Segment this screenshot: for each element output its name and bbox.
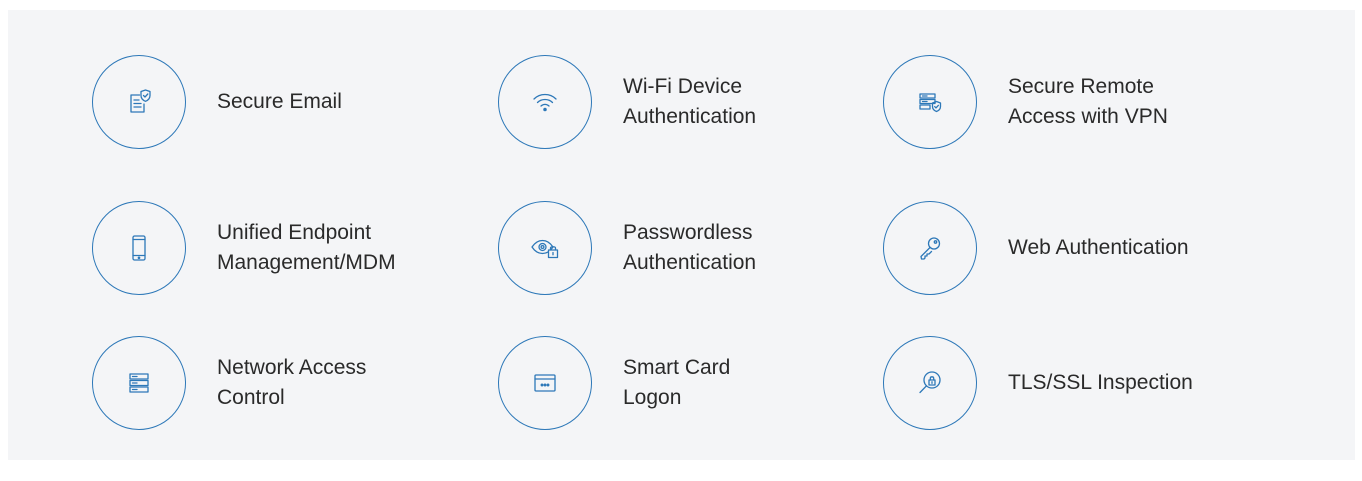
feature-label: Secure Email — [217, 90, 342, 113]
feature-icon-circle — [92, 55, 186, 149]
eye-lock-icon — [531, 239, 559, 259]
feature-passwordless-authentication: Passwordless Authentication — [498, 201, 756, 295]
feature-icon-circle — [883, 55, 977, 149]
feature-secure-email: Secure Email — [92, 55, 342, 149]
feature-icon-circle — [498, 55, 592, 149]
server-stack-icon — [129, 373, 149, 393]
feature-icon-circle — [883, 201, 977, 295]
feature-label: Passwordless Authentication — [623, 221, 757, 274]
feature-icon-circle — [92, 201, 186, 295]
feature-web-authentication: Web Authentication — [883, 201, 1189, 295]
wifi-icon — [533, 93, 557, 112]
feature-icon-circle — [92, 336, 186, 430]
feature-label: Secure Remote Access with VPN — [1008, 75, 1168, 128]
feature-icon-circle — [498, 336, 592, 430]
server-shield-icon — [919, 93, 942, 113]
feature-wifi-authentication: Wi-Fi Device Authentication — [498, 55, 756, 149]
feature-icon-circle — [498, 201, 592, 295]
feature-unified-endpoint-management: Unified Endpoint Management/MDM — [92, 201, 396, 295]
feature-label: Unified Endpoint Management/MDM — [217, 221, 396, 274]
feature-network-access-control: Network Access Control — [92, 336, 366, 430]
feature-smart-card-logon: Smart Card Logon — [498, 336, 730, 430]
smartphone-icon — [132, 235, 146, 261]
key-icon — [920, 237, 941, 260]
features-panel: Secure Email Wi-Fi Device Authentication — [8, 10, 1355, 460]
feature-label: Smart Card Logon — [623, 356, 731, 409]
feature-label: TLS/SSL Inspection — [1008, 371, 1193, 394]
feature-label: Network Access Control — [217, 356, 367, 409]
feature-icon-circle — [883, 336, 977, 430]
feature-tls-ssl-inspection: TLS/SSL Inspection — [883, 336, 1193, 430]
magnifier-lock-icon — [919, 371, 941, 394]
smart-card-icon — [534, 374, 556, 392]
email-shield-icon — [130, 89, 151, 113]
feature-secure-remote-access: Secure Remote Access with VPN — [883, 55, 1168, 149]
feature-label: Web Authentication — [1008, 236, 1189, 259]
feature-label: Wi-Fi Device Authentication — [623, 75, 757, 128]
